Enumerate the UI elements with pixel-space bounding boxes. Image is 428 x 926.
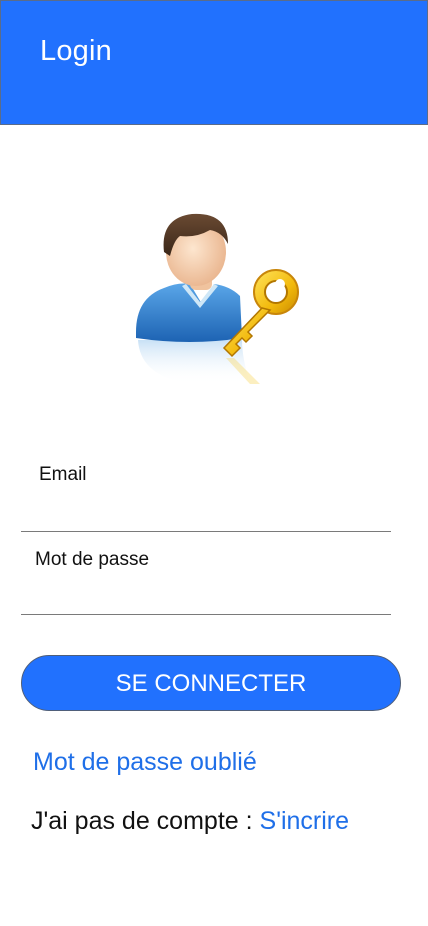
app-bar: Login bbox=[0, 0, 428, 125]
user-key-icon bbox=[136, 213, 299, 384]
signup-row: J'ai pas de compte : S'incrire bbox=[31, 807, 349, 836]
password-input[interactable] bbox=[21, 582, 391, 614]
email-field[interactable]: Email bbox=[21, 460, 391, 532]
password-label: Mot de passe bbox=[35, 549, 150, 570]
password-underline bbox=[21, 614, 391, 615]
email-input[interactable] bbox=[21, 498, 391, 530]
signup-link[interactable]: S'incrire bbox=[260, 807, 350, 835]
no-account-text: J'ai pas de compte : bbox=[31, 807, 260, 835]
login-button[interactable]: SE CONNECTER bbox=[21, 655, 401, 711]
forgot-password-link[interactable]: Mot de passe oublié bbox=[33, 748, 257, 777]
email-underline bbox=[21, 531, 391, 532]
password-field[interactable]: Mot de passe bbox=[21, 545, 391, 616]
page-title: Login bbox=[40, 35, 112, 67]
email-label: Email bbox=[39, 464, 87, 485]
